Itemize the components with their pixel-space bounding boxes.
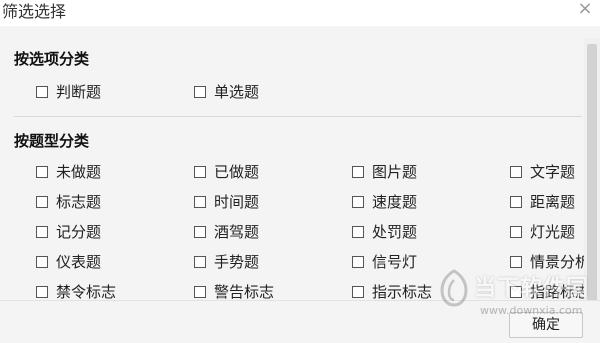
checkbox-icon[interactable] xyxy=(510,166,522,178)
option-label: 文字题 xyxy=(530,163,576,181)
option-label: 标志题 xyxy=(56,193,102,211)
checkbox-type-indication-signs[interactable]: 指示标志 xyxy=(352,282,432,300)
checkbox-icon[interactable] xyxy=(194,86,206,98)
checkbox-icon[interactable] xyxy=(510,226,522,238)
option-label: 酒驾题 xyxy=(214,223,260,241)
checkbox-type-warning-signs[interactable]: 警告标志 xyxy=(194,282,274,300)
checkbox-icon[interactable] xyxy=(36,166,48,178)
checkbox-icon[interactable] xyxy=(510,286,522,298)
option-label: 未做题 xyxy=(56,163,102,181)
filter-panel: 按选项分类 判断题 单选题 按题型分类 未做题 已做题 图片题 文字题 标志题 … xyxy=(0,38,600,300)
option-label: 判断题 xyxy=(56,83,102,101)
checkbox-icon[interactable] xyxy=(194,286,206,298)
checkbox-type-dashboard[interactable]: 仪表题 xyxy=(36,252,101,272)
option-label: 禁令标志 xyxy=(56,283,117,300)
checkbox-type-drunk-driving[interactable]: 酒驾题 xyxy=(194,222,259,242)
checkbox-icon[interactable] xyxy=(194,256,206,268)
checkbox-type-sign[interactable]: 标志题 xyxy=(36,192,101,212)
checkbox-icon[interactable] xyxy=(510,256,522,268)
checkbox-type-image[interactable]: 图片题 xyxy=(352,162,417,182)
checkbox-type-signal-lights[interactable]: 信号灯 xyxy=(352,252,417,272)
option-label: 速度题 xyxy=(372,193,418,211)
option-label: 手势题 xyxy=(214,253,260,271)
option-label: 指示标志 xyxy=(372,283,433,300)
option-label: 警告标志 xyxy=(214,283,275,300)
option-label: 时间题 xyxy=(214,193,260,211)
checkbox-icon[interactable] xyxy=(194,196,206,208)
option-label: 图片题 xyxy=(372,163,418,181)
option-label: 仪表题 xyxy=(56,253,102,271)
checkbox-type-prohibition-signs[interactable]: 禁令标志 xyxy=(36,282,116,300)
checkbox-type-speed[interactable]: 速度题 xyxy=(352,192,417,212)
checkbox-icon[interactable] xyxy=(352,286,364,298)
scrollbar-thumb[interactable] xyxy=(587,44,597,302)
checkbox-icon[interactable] xyxy=(36,226,48,238)
checkbox-icon[interactable] xyxy=(352,226,364,238)
checkbox-icon[interactable] xyxy=(352,196,364,208)
title-bar: 筛选选择 × xyxy=(0,0,600,26)
checkbox-option-judgement[interactable]: 判断题 xyxy=(36,82,101,102)
vertical-scrollbar[interactable] xyxy=(584,38,600,302)
checkbox-icon[interactable] xyxy=(36,286,48,298)
option-label: 记分题 xyxy=(56,223,102,241)
checkbox-type-text[interactable]: 文字题 xyxy=(510,162,575,182)
checkbox-type-unanswered[interactable]: 未做题 xyxy=(36,162,101,182)
checkbox-type-guide-signs[interactable]: 指路标志 xyxy=(510,282,590,300)
checkbox-icon[interactable] xyxy=(194,226,206,238)
option-label: 信号灯 xyxy=(372,253,418,271)
checkbox-option-single-choice[interactable]: 单选题 xyxy=(194,82,259,102)
checkbox-type-lights[interactable]: 灯光题 xyxy=(510,222,575,242)
option-label: 灯光题 xyxy=(530,223,576,241)
checkbox-icon[interactable] xyxy=(36,256,48,268)
option-label: 情景分析 xyxy=(530,253,591,271)
confirm-button[interactable]: 确定 xyxy=(509,312,583,338)
checkbox-icon[interactable] xyxy=(352,166,364,178)
section-divider xyxy=(14,116,582,117)
checkbox-type-distance[interactable]: 距离题 xyxy=(510,192,575,212)
dialog-footer: 确定 xyxy=(0,300,600,343)
option-label: 已做题 xyxy=(214,163,260,181)
checkbox-icon[interactable] xyxy=(36,196,48,208)
close-icon[interactable]: × xyxy=(576,0,594,20)
checkbox-type-time[interactable]: 时间题 xyxy=(194,192,259,212)
checkbox-type-scenario-analysis[interactable]: 情景分析 xyxy=(510,252,590,272)
section-title-by-option: 按选项分类 xyxy=(14,50,90,68)
checkbox-type-gestures[interactable]: 手势题 xyxy=(194,252,259,272)
checkbox-type-answered[interactable]: 已做题 xyxy=(194,162,259,182)
section-title-by-type: 按题型分类 xyxy=(14,132,90,150)
checkbox-icon[interactable] xyxy=(36,86,48,98)
option-label: 处罚题 xyxy=(372,223,418,241)
option-label: 单选题 xyxy=(214,83,260,101)
option-label: 指路标志 xyxy=(530,283,591,300)
checkbox-icon[interactable] xyxy=(510,196,522,208)
dialog-title: 筛选选择 xyxy=(2,2,67,21)
checkbox-type-penalty[interactable]: 处罚题 xyxy=(352,222,417,242)
checkbox-icon[interactable] xyxy=(194,166,206,178)
checkbox-type-points[interactable]: 记分题 xyxy=(36,222,101,242)
option-label: 距离题 xyxy=(530,193,576,211)
checkbox-icon[interactable] xyxy=(352,256,364,268)
